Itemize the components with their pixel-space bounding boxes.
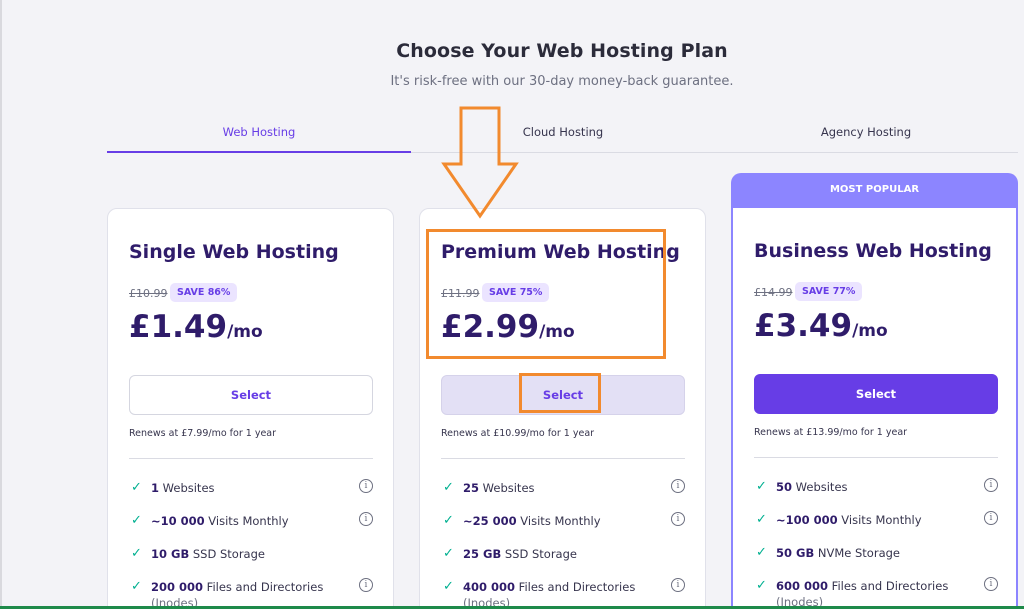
- feature-value: 400 000: [463, 580, 516, 594]
- old-price: £11.99: [441, 287, 480, 300]
- most-popular-banner: MOST POPULAR: [731, 173, 1018, 209]
- feature-list: ✓ 1 Websites i ✓ ~10 000 Visits Monthly i ✓ 1…: [129, 479, 373, 609]
- feature-label: Visits Monthly: [837, 513, 922, 527]
- plan-card-single: Single Web Hosting £10.99 SAVE 86% £1.49…: [107, 208, 394, 609]
- feature-value: 50: [776, 480, 793, 494]
- renewal-note: Renews at £7.99/mo for 1 year: [129, 428, 277, 439]
- renewal-note: Renews at £10.99/mo for 1 year: [441, 428, 595, 439]
- feature-item: ✓ 600 000 Files and Directories (Inodes) i: [754, 577, 998, 609]
- price-amount: £3.49: [754, 308, 853, 344]
- plan-card-premium: Premium Web Hosting £11.99 SAVE 75% £2.9…: [419, 208, 706, 609]
- info-icon[interactable]: i: [671, 479, 685, 493]
- info-icon[interactable]: i: [671, 512, 685, 526]
- plan-title: Premium Web Hosting: [441, 241, 680, 263]
- feature-label: Visits Monthly: [516, 514, 601, 528]
- plan-title: Single Web Hosting: [129, 241, 339, 263]
- feature-label: Websites: [159, 481, 215, 495]
- feature-item: ✓ 1 Websites i: [129, 479, 373, 512]
- price-amount: £2.99: [441, 309, 540, 345]
- divider: [129, 458, 373, 459]
- price-period: /mo: [539, 322, 575, 342]
- info-icon[interactable]: i: [359, 512, 373, 526]
- window-edge: [0, 0, 2, 609]
- divider: [754, 457, 998, 458]
- feature-label: Visits Monthly: [204, 514, 289, 528]
- feature-item: ✓ 25 Websites i: [441, 479, 685, 512]
- price-amount: £1.49: [129, 309, 228, 345]
- feature-item: ✓ ~100 000 Visits Monthly i: [754, 511, 998, 544]
- check-icon: ✓: [756, 479, 767, 494]
- plan-title: Business Web Hosting: [754, 240, 992, 262]
- feature-value: 25 GB: [463, 547, 502, 561]
- feature-value: ~10 000: [151, 514, 205, 528]
- info-icon[interactable]: i: [359, 578, 373, 592]
- price: £1.49/mo: [129, 309, 263, 345]
- info-icon[interactable]: i: [984, 511, 998, 525]
- price-period: /mo: [852, 321, 888, 341]
- feature-label: SSD Storage: [189, 547, 265, 561]
- select-button-business[interactable]: Select: [754, 374, 998, 414]
- check-icon: ✓: [756, 545, 767, 560]
- feature-value: 200 000: [151, 580, 204, 594]
- old-price: £14.99: [754, 286, 793, 299]
- feature-value: 600 000: [776, 579, 829, 593]
- feature-item: ✓ 200 000 Files and Directories (Inodes) i: [129, 578, 373, 609]
- plan-card-business: Business Web Hosting £14.99 SAVE 77% £3.…: [731, 208, 1018, 609]
- feature-value: 10 GB: [151, 547, 190, 561]
- select-button-single[interactable]: Select: [129, 375, 373, 415]
- check-icon: ✓: [131, 480, 142, 495]
- check-icon: ✓: [443, 546, 454, 561]
- feature-label: Websites: [479, 481, 535, 495]
- info-icon[interactable]: i: [984, 577, 998, 591]
- save-badge: SAVE 86%: [170, 283, 238, 302]
- price: £3.49/mo: [754, 308, 888, 344]
- feature-value: 1: [151, 481, 160, 495]
- renewal-note: Renews at £13.99/mo for 1 year: [754, 427, 908, 438]
- old-price: £10.99: [129, 287, 168, 300]
- price-period: /mo: [227, 322, 263, 342]
- check-icon: ✓: [443, 480, 454, 495]
- page-subtitle: It's risk-free with our 30-day money-bac…: [390, 74, 734, 89]
- feature-item: ✓ ~25 000 Visits Monthly i: [441, 512, 685, 545]
- check-icon: ✓: [756, 578, 767, 593]
- check-icon: ✓: [443, 579, 454, 594]
- hosting-tabs: Web Hosting Cloud Hosting Agency Hosting: [107, 116, 1018, 153]
- check-icon: ✓: [756, 512, 767, 527]
- save-badge: SAVE 77%: [795, 282, 863, 301]
- feature-value: 50 GB: [776, 546, 815, 560]
- select-button-premium[interactable]: Select: [441, 375, 685, 415]
- feature-list: ✓ 50 Websites i ✓ ~100 000 Visits Monthly i …: [754, 478, 998, 609]
- info-icon[interactable]: i: [359, 479, 373, 493]
- feature-label: Files and Directories: [515, 580, 636, 594]
- feature-item: ✓ 10 GB SSD Storage: [129, 545, 373, 578]
- check-icon: ✓: [443, 513, 454, 528]
- feature-label: NVMe Storage: [814, 546, 900, 560]
- check-icon: ✓: [131, 546, 142, 561]
- feature-item: ✓ 25 GB SSD Storage: [441, 545, 685, 578]
- feature-label: SSD Storage: [501, 547, 577, 561]
- feature-label: Files and Directories: [203, 580, 324, 594]
- divider: [441, 458, 685, 459]
- feature-label: Files and Directories: [828, 579, 949, 593]
- feature-value: ~25 000: [463, 514, 517, 528]
- check-icon: ✓: [131, 579, 142, 594]
- feature-value: ~100 000: [776, 513, 838, 527]
- save-badge: SAVE 75%: [482, 283, 550, 302]
- feature-item: ✓ 400 000 Files and Directories (Inodes) i: [441, 578, 685, 609]
- feature-list: ✓ 25 Websites i ✓ ~25 000 Visits Monthly i ✓…: [441, 479, 685, 609]
- feature-value: 25: [463, 481, 480, 495]
- tab-web-hosting[interactable]: Web Hosting: [107, 116, 411, 153]
- feature-item: ✓ 50 GB NVMe Storage: [754, 544, 998, 577]
- check-icon: ✓: [131, 513, 142, 528]
- tab-agency-hosting[interactable]: Agency Hosting: [714, 116, 1018, 153]
- price: £2.99/mo: [441, 309, 575, 345]
- feature-label: Websites: [792, 480, 848, 494]
- page-title: Choose Your Web Hosting Plan: [396, 40, 728, 62]
- feature-item: ✓ 50 Websites i: [754, 478, 998, 511]
- info-icon[interactable]: i: [984, 478, 998, 492]
- tab-cloud-hosting[interactable]: Cloud Hosting: [411, 116, 715, 153]
- info-icon[interactable]: i: [671, 578, 685, 592]
- feature-item: ✓ ~10 000 Visits Monthly i: [129, 512, 373, 545]
